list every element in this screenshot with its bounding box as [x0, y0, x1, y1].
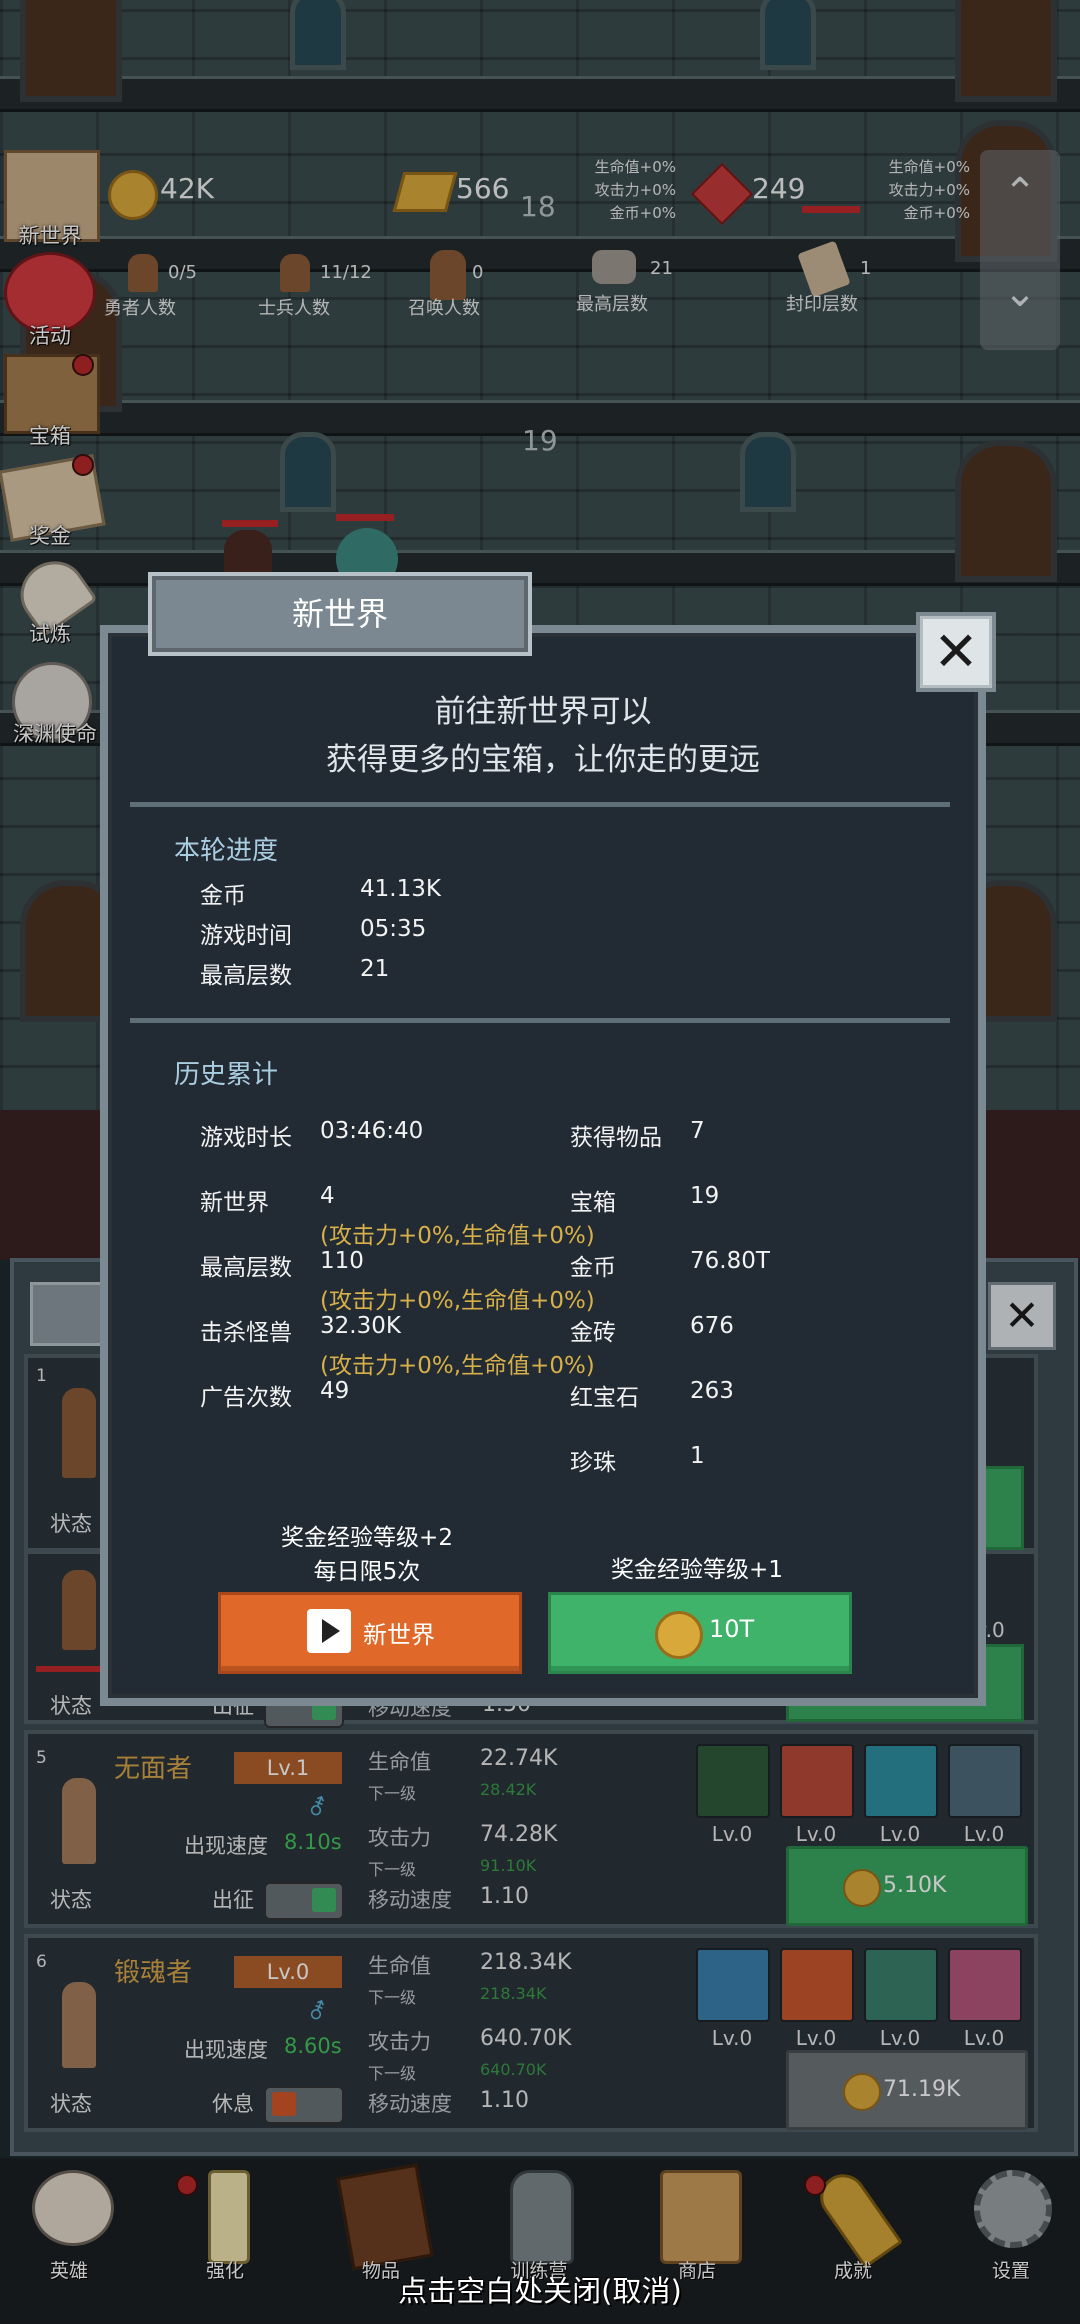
- history-playtime-value: 03:46:40: [320, 1118, 424, 1144]
- history-kills-label: 击杀怪兽: [200, 1320, 292, 1346]
- history-chest-value: 19: [690, 1183, 720, 1209]
- dialog-intro-line1: 前往新世界可以: [434, 694, 652, 730]
- history-pearl-label: 珍珠: [570, 1450, 616, 1476]
- pay-button-label: 10T: [709, 1615, 755, 1643]
- close-button[interactable]: ✕: [916, 612, 996, 692]
- history-max-floor-label: 最高层数: [200, 1255, 292, 1281]
- round-max-floor-value: 21: [360, 956, 390, 982]
- dialog-intro-line2: 获得更多的宝箱，让你走的更远: [326, 742, 760, 778]
- divider: [130, 802, 950, 807]
- history-max-floor-bonus: (攻击力+0%,生命值+0%): [320, 1288, 595, 1314]
- divider: [130, 1018, 950, 1023]
- ad-button-label: 新世界: [363, 1621, 435, 1649]
- ad-button-caption-1: 奖金经验等级+2: [281, 1525, 453, 1551]
- history-gold-bar-label: 金砖: [570, 1320, 616, 1346]
- watch-ad-new-world-button[interactable]: 新世界: [218, 1592, 522, 1674]
- history-gold-bar-value: 676: [690, 1313, 734, 1339]
- round-time-value: 05:35: [360, 916, 427, 942]
- play-triangle: [322, 1619, 340, 1643]
- history-new-world-label: 新世界: [200, 1190, 269, 1216]
- dialog-title-plate: 新世界: [148, 572, 532, 656]
- round-time-label: 游戏时间: [200, 923, 292, 949]
- video-play-icon: [307, 1609, 351, 1653]
- round-gold-label: 金币: [200, 883, 246, 909]
- history-max-floor-value: 110: [320, 1248, 364, 1274]
- history-items-label: 获得物品: [570, 1125, 662, 1151]
- history-ads-value: 49: [320, 1378, 350, 1404]
- history-kills-value: 32.30K: [320, 1313, 401, 1339]
- history-ruby-value: 263: [690, 1378, 734, 1404]
- history-new-world-bonus: (攻击力+0%,生命值+0%): [320, 1223, 595, 1249]
- tap-outside-to-close-hint: 点击空白处关闭(取消): [398, 2274, 682, 2308]
- history-pearl-value: 1: [690, 1443, 705, 1469]
- history-ads-label: 广告次数: [200, 1385, 292, 1411]
- history-gold-label: 金币: [570, 1255, 616, 1281]
- pay-button-caption: 奖金经验等级+1: [611, 1557, 783, 1583]
- pay-gold-new-world-button[interactable]: 10T: [548, 1592, 852, 1674]
- dialog-title: 新世界: [291, 595, 388, 633]
- history-items-value: 7: [690, 1118, 705, 1144]
- gold-coin-icon: [655, 1611, 703, 1659]
- round-max-floor-label: 最高层数: [200, 963, 292, 989]
- round-progress-heading: 本轮进度: [174, 836, 279, 866]
- history-new-world-value: 4: [320, 1183, 335, 1209]
- history-gold-value: 76.80T: [690, 1248, 770, 1274]
- close-icon: ✕: [933, 620, 979, 683]
- history-kills-bonus: (攻击力+0%,生命值+0%): [320, 1353, 595, 1379]
- history-heading: 历史累计: [174, 1060, 279, 1090]
- history-ruby-label: 红宝石: [570, 1385, 639, 1411]
- history-chest-label: 宝箱: [570, 1190, 616, 1216]
- round-gold-value: 41.13K: [360, 876, 441, 902]
- history-playtime-label: 游戏时长: [200, 1125, 292, 1151]
- ad-button-caption-2: 每日限5次: [313, 1559, 421, 1585]
